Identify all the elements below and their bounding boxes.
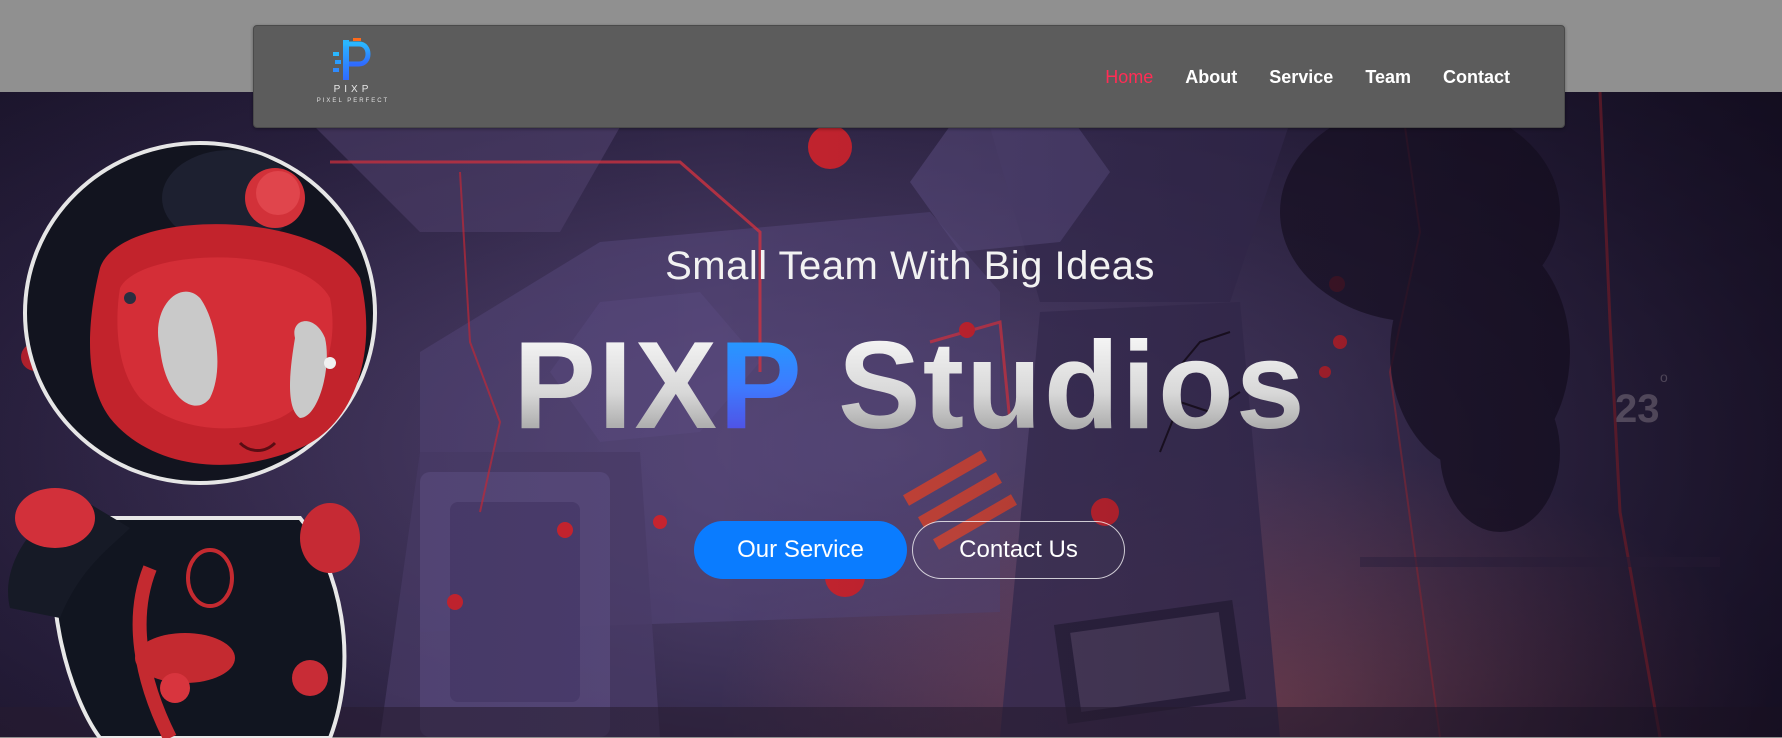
nav-link-contact[interactable]: Contact (1443, 67, 1510, 88)
hero-title-pix: PIX (513, 317, 720, 455)
hero-title-studios: Studios (801, 317, 1307, 455)
nav-link-service[interactable]: Service (1269, 67, 1333, 88)
hero-tagline: Small Team With Big Ideas (665, 244, 1155, 288)
nav-link-about[interactable]: About (1185, 67, 1237, 88)
brand-logo[interactable]: PIXP PIXEL PERFECT (313, 38, 393, 120)
contact-us-button[interactable]: Contact Us (912, 521, 1125, 579)
nav-menu: Home About Service Team Contact (1105, 26, 1510, 129)
top-navbar: PIXP PIXEL PERFECT Home About Service Te… (253, 25, 1565, 128)
logo-p-icon (333, 38, 371, 80)
hero-title: PIXP Studios (0, 318, 1782, 454)
logo-tagline: PIXEL PERFECT (316, 98, 390, 104)
hero-title-p: P (719, 317, 802, 455)
our-service-button[interactable]: Our Service (694, 521, 907, 579)
nav-link-team[interactable]: Team (1365, 67, 1411, 88)
logo-name: PIXP (333, 84, 373, 95)
nav-link-home[interactable]: Home (1105, 67, 1153, 88)
